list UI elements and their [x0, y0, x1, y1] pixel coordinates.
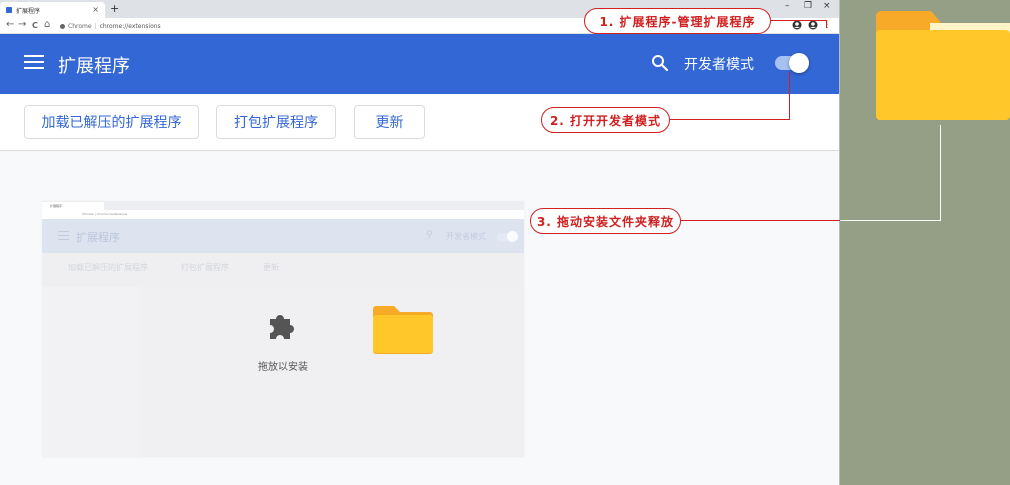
reload-icon[interactable]: C — [32, 21, 38, 30]
inner-developer-mode-label: 开发者模式 — [446, 232, 486, 241]
puzzle-icon — [263, 309, 301, 347]
source-folder-icon[interactable] — [874, 10, 1010, 121]
hamburger-menu-icon[interactable] — [24, 55, 44, 71]
inner-tab: 扩展程序 — [42, 202, 104, 210]
toggle-knob — [789, 53, 809, 73]
menu-icon[interactable]: ⋮ — [822, 20, 832, 30]
minimize-button[interactable]: – — [785, 1, 790, 11]
inner-tab-strip: 扩展程序 — [42, 201, 524, 210]
profile-icon[interactable] — [792, 20, 802, 30]
page-title: 扩展程序 — [58, 56, 130, 77]
drop-to-install-text: 拖放以安装 — [258, 362, 308, 373]
developer-mode-label: 开发者模式 — [684, 57, 754, 73]
callout-step3: 3. 拖动安装文件夹释放 — [530, 208, 681, 234]
update-button[interactable]: 更新 — [354, 105, 425, 139]
new-tab-button[interactable]: + — [110, 2, 119, 15]
back-icon[interactable]: ← — [6, 19, 14, 30]
puzzle-favicon-icon — [6, 7, 12, 13]
inner-update: 更新 — [263, 263, 279, 272]
inner-header: 扩展程序 ⚲ 开发者模式 — [42, 219, 524, 253]
account-icon[interactable] — [808, 20, 818, 30]
tab-title: 扩展程序 — [16, 7, 41, 15]
site-label: Chrome — [68, 22, 92, 30]
embedded-screenshot: 扩展程序 Chrome | chrome://extensions 扩展程序 ⚲… — [42, 201, 524, 457]
callout2-connector-h — [670, 119, 790, 120]
inner-toggle — [497, 231, 518, 242]
callout1-connector — [771, 20, 827, 21]
dragged-folder-icon — [372, 305, 434, 354]
load-unpacked-button[interactable]: 加载已解压的扩展程序 — [24, 105, 199, 139]
callout1-connector-tip — [826, 20, 827, 28]
callout3-connector — [681, 220, 840, 221]
browser-window: 扩展程序 × + – ❐ × ← → C ⌂ Chrome | chrome:/… — [0, 0, 840, 485]
inner-hamburger-icon — [58, 231, 69, 240]
drag-path-v — [940, 125, 941, 221]
callout-step1: 1. 扩展程序-管理扩展程序 — [584, 8, 771, 34]
inner-load-unpacked: 加载已解压的扩展程序 — [68, 263, 148, 272]
inner-drop-zone — [140, 287, 524, 457]
action-bar: 加载已解压的扩展程序 打包扩展程序 更新 — [0, 94, 839, 151]
inner-title: 扩展程序 — [76, 231, 120, 244]
inner-address-bar: Chrome | chrome://extensions — [42, 210, 524, 219]
close-window-button[interactable]: × — [823, 1, 831, 11]
inner-pack-extension: 打包扩展程序 — [181, 263, 229, 272]
tab-close-icon[interactable]: × — [92, 5, 99, 14]
home-icon[interactable]: ⌂ — [44, 19, 50, 30]
tab-extensions[interactable]: 扩展程序 × — [0, 2, 105, 18]
forward-icon[interactable]: → — [18, 19, 26, 30]
search-icon[interactable] — [651, 54, 669, 72]
url-text: chrome://extensions — [99, 22, 161, 30]
restore-button[interactable]: ❐ — [804, 1, 812, 11]
site-info-icon[interactable] — [60, 23, 65, 29]
inner-search-icon: ⚲ — [426, 230, 433, 240]
developer-mode-toggle[interactable] — [775, 53, 809, 73]
pack-extension-button[interactable]: 打包扩展程序 — [216, 105, 336, 139]
extensions-content[interactable]: 扩展程序 Chrome | chrome://extensions 扩展程序 ⚲… — [0, 151, 839, 485]
address-bar[interactable]: Chrome | chrome://extensions — [60, 20, 580, 32]
drag-path-h — [840, 220, 941, 221]
extensions-header: 扩展程序 开发者模式 — [0, 34, 839, 94]
omnibox-separator: | — [94, 22, 97, 30]
callout-step2: 2. 打开开发者模式 — [541, 107, 670, 133]
callout2-connector-v — [789, 72, 790, 120]
inner-action-bar: 加载已解压的扩展程序 打包扩展程序 更新 — [42, 253, 524, 287]
